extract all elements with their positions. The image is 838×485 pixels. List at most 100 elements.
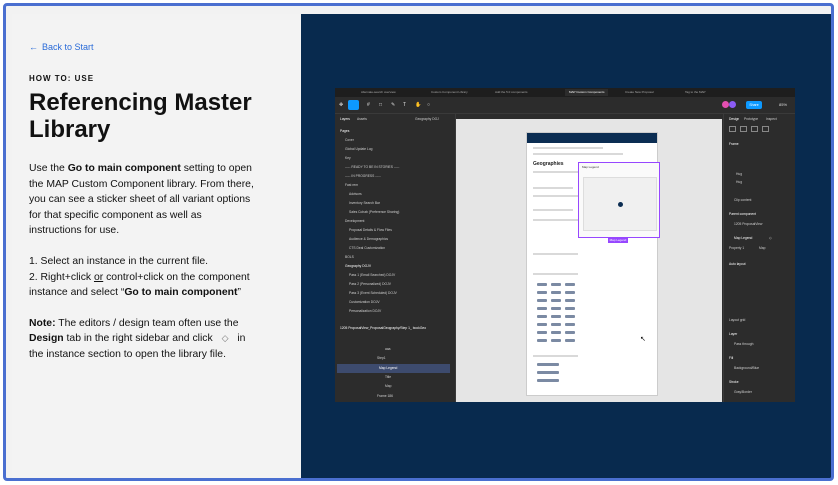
artboard-title: Geographies — [533, 161, 564, 167]
zoom-level[interactable]: 85% — [779, 102, 787, 107]
arrow-left-icon: ← — [29, 42, 38, 52]
selection-label: Map Legend — [608, 238, 628, 243]
tab[interactable]: Alternate-search overview — [361, 89, 396, 96]
page-item[interactable]: Key — [345, 156, 351, 160]
layer-item[interactable]: Frame 186 — [377, 394, 393, 398]
property-label: Property 1 — [729, 246, 745, 250]
tab[interactable]: Custom Component Library — [431, 89, 468, 96]
chip — [551, 283, 561, 286]
blend-mode[interactable]: Pass through — [734, 342, 753, 346]
page-item[interactable]: Inventory Search Bar — [349, 201, 380, 205]
browser-tabs: Alternate-search overview Custom Compone… — [335, 88, 795, 97]
note-paragraph: Note: The editors / design team often us… — [29, 316, 254, 363]
frame-tool-icon[interactable]: # — [367, 102, 370, 108]
chip — [551, 331, 561, 334]
page-item[interactable]: Global Update Log — [345, 147, 373, 151]
page-name[interactable]: Geography DOJ — [415, 117, 439, 121]
auto-layout-section: Auto layout — [729, 262, 746, 266]
figma-menu-icon[interactable]: ✥ — [339, 102, 343, 108]
page-item[interactable]: Pass 1 (Email Searched) DOJV — [349, 273, 395, 277]
shape-tool-icon[interactable]: □ — [379, 102, 382, 108]
chip — [537, 307, 547, 310]
layer-item-selected[interactable]: Map Legend — [379, 366, 397, 370]
stroke-style[interactable]: Gray/Border — [734, 390, 752, 394]
share-button[interactable]: Share — [746, 101, 762, 109]
page-item[interactable]: Cover — [345, 138, 354, 142]
tab-active[interactable]: MAP Custom Components — [565, 89, 609, 96]
page-item[interactable]: Geography DOJV — [345, 264, 371, 268]
align-left-icon[interactable] — [729, 126, 736, 132]
assets-tab[interactable]: Assets — [357, 117, 367, 121]
chip — [565, 339, 575, 342]
chip — [537, 379, 559, 382]
tab[interactable]: Add the 5.0 components — [495, 89, 528, 96]
layer-item[interactable]: Step1 — [377, 356, 386, 360]
instructions-body: Use the Go to main component setting to … — [29, 161, 254, 378]
layer-item[interactable]: Title — [385, 375, 391, 379]
page-item[interactable]: ----- IN PROGRESS ----- — [345, 174, 381, 178]
chip — [537, 291, 547, 294]
tab[interactable]: Tag to the MAP — [685, 89, 706, 96]
mouse-cursor-icon: ↖ — [640, 336, 646, 343]
clip-content[interactable]: Clip content — [734, 198, 751, 202]
frame-section: Frame — [729, 142, 739, 146]
back-to-start-link[interactable]: ← Back to Start — [29, 42, 94, 52]
tab[interactable]: Create New Proposal — [625, 89, 654, 96]
page-item[interactable]: Sales Cohab (Preference Sharing) — [349, 210, 399, 214]
align-center-icon[interactable] — [740, 126, 747, 132]
pen-tool-icon[interactable]: ✎ — [391, 102, 395, 108]
chip — [551, 323, 561, 326]
intro-paragraph: Use the Go to main component setting to … — [29, 161, 254, 239]
page-item[interactable]: Fast rem — [345, 183, 358, 187]
placeholder-line — [533, 195, 578, 197]
page-item[interactable]: CTS Deal Customization — [349, 246, 385, 250]
align-top-icon[interactable] — [762, 126, 769, 132]
page-item[interactable]: Audience & Demographics — [349, 237, 388, 241]
steps-paragraph: 1. Select an instance in the current fil… — [29, 254, 254, 301]
eyebrow-label: HOW TO: USE — [29, 74, 95, 83]
page-item[interactable]: BOLS — [345, 255, 354, 259]
property-value[interactable]: Map — [759, 246, 765, 250]
page-item[interactable]: Customization DOJV — [349, 300, 380, 304]
fill-style[interactable]: Background/Blue — [734, 366, 759, 370]
go-to-main-component-icon[interactable]: ◇ — [769, 236, 772, 240]
page-item[interactable]: Proposal Details & Flow Files — [349, 228, 392, 232]
align-right-icon[interactable] — [751, 126, 758, 132]
width-hug[interactable]: Hug — [736, 172, 742, 176]
page-item[interactable]: Pass 2 (Personalized) DOJV — [349, 282, 391, 286]
chip — [565, 291, 575, 294]
bold-text: Go to main component — [124, 287, 238, 299]
move-tool-button[interactable] — [348, 100, 359, 110]
selected-map-legend-instance[interactable]: Map Legend — [578, 162, 660, 238]
parent-component-name[interactable]: 1205 ProposalView — [734, 222, 762, 226]
height-hug[interactable]: Hug — [736, 180, 742, 184]
avatar — [729, 101, 736, 108]
instance-name[interactable]: Map Legend — [734, 236, 752, 240]
chip — [551, 339, 561, 342]
tab-design[interactable]: Design — [729, 117, 739, 121]
ruler — [456, 114, 722, 119]
page-item[interactable]: Development — [345, 219, 364, 223]
placeholder-line — [533, 273, 578, 275]
hand-tool-icon[interactable]: ✋ — [415, 102, 421, 108]
tab-inspect[interactable]: Inspect — [766, 117, 777, 121]
page-item[interactable]: Advisors — [349, 192, 362, 196]
bold-text: Go to main component — [67, 163, 181, 174]
page-item[interactable]: Personalization DOJV — [349, 309, 381, 313]
chip — [537, 299, 547, 302]
layers-tab[interactable]: Layers — [340, 117, 350, 121]
page-item[interactable]: ----- READY TO BE IN STORIES ----- — [345, 165, 399, 169]
text-tool-icon[interactable]: T — [403, 102, 406, 108]
layer-item[interactable]: aaa — [385, 347, 391, 351]
comment-icon[interactable]: ○ — [427, 102, 430, 108]
chip — [551, 307, 561, 310]
page-item[interactable]: Pass 3 (Event Scheduled) DOJV — [349, 291, 397, 295]
tab-prototype[interactable]: Prototype — [744, 117, 758, 121]
canvas[interactable]: Geographies Map Legend Map Legend — [456, 114, 722, 402]
layer-item[interactable]: Map — [385, 384, 391, 388]
fill-section: Fill — [729, 356, 734, 360]
chip — [565, 331, 575, 334]
frame-layer[interactable]: 1205 ProposalView_ProposalGeography/Step… — [340, 326, 426, 330]
text: The editors / design team often use the — [55, 317, 239, 329]
placeholder-line — [533, 209, 573, 211]
